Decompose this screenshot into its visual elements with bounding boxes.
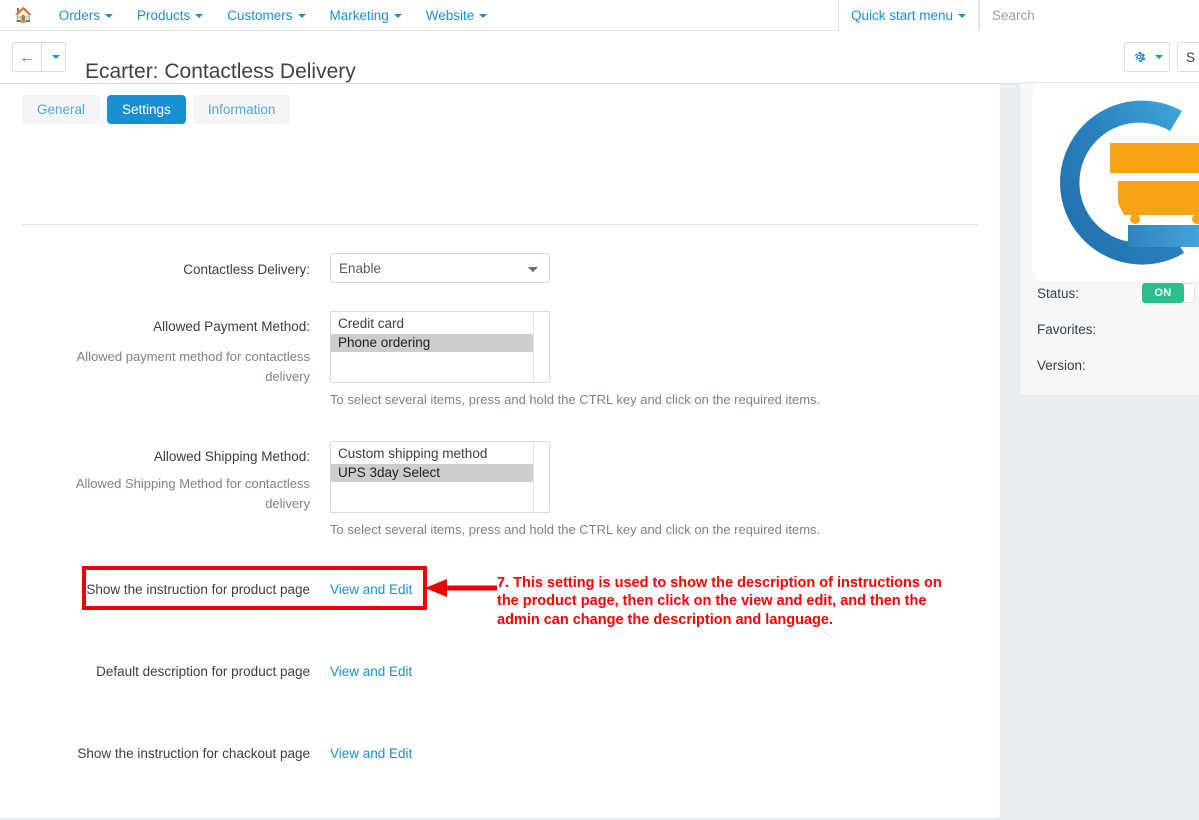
listbox-options: Credit card Phone ordering: [331, 312, 533, 382]
allowed-payment-method-hint: To select several items, press and hold …: [330, 392, 821, 407]
page-header-actions: S: [1124, 42, 1199, 72]
quick-start-menu-button[interactable]: Quick start menu: [837, 0, 979, 31]
main-content-panel: General Settings Information Contactless…: [0, 84, 1000, 818]
nav-item-customers[interactable]: Customers: [215, 0, 317, 31]
status-toggle[interactable]: ON: [1142, 283, 1195, 303]
allowed-payment-method-label: Allowed Payment Method:: [153, 319, 310, 334]
top-navigation-bar: 🏠 Orders Products Customers Marketing We…: [0, 0, 1199, 31]
module-meta-list: Status: ON Favorites: Version:: [1037, 275, 1199, 383]
chevron-down-icon: [1154, 55, 1163, 59]
default-description-product-page-label: Default description for product page: [96, 664, 310, 679]
allowed-payment-method-listbox[interactable]: Credit card Phone ordering: [330, 311, 550, 383]
chevron-down-icon: [958, 13, 966, 18]
chevron-down-icon: [52, 55, 60, 59]
status-toggle-label: ON: [1154, 287, 1172, 299]
chevron-down-icon: [104, 13, 113, 18]
nav-item-marketing-label: Marketing: [329, 8, 389, 23]
contactless-delivery-select[interactable]: Enable Disable: [330, 253, 550, 283]
contactless-delivery-label: Contactless Delivery:: [183, 262, 310, 277]
gear-icon: [1134, 51, 1145, 63]
allowed-shipping-method-hint: To select several items, press and hold …: [330, 522, 821, 537]
back-button-group: ←: [12, 42, 66, 72]
tab-bar: General Settings Information: [22, 95, 291, 124]
meta-row-version: Version:: [1037, 347, 1199, 383]
arrow-left-icon[interactable]: ←: [12, 42, 42, 72]
view-and-edit-link-show-instruction-chackout-page[interactable]: View and Edit: [330, 746, 412, 761]
nav-item-marketing[interactable]: Marketing: [318, 0, 414, 31]
tab-general[interactable]: General: [22, 95, 101, 124]
tab-divider: [22, 224, 978, 225]
list-item[interactable]: UPS 3day Select: [331, 463, 533, 483]
nav-item-orders-label: Orders: [58, 8, 100, 23]
show-instruction-product-page-label: Show the instruction for product page: [86, 582, 310, 597]
module-info-sidebar: Status: ON Favorites: Version:: [1019, 82, 1199, 396]
top-nav-right: Quick start menu: [837, 0, 1199, 31]
meta-row-favorites: Favorites:: [1037, 311, 1199, 347]
nav-item-products[interactable]: Products: [125, 0, 215, 31]
annotation-text: 7. This setting is used to show the desc…: [497, 575, 942, 628]
list-item[interactable]: Phone ordering: [331, 333, 533, 353]
chevron-down-icon: [195, 13, 204, 18]
view-and-edit-link-default-description-product-page[interactable]: View and Edit: [330, 664, 412, 679]
save-button[interactable]: S: [1177, 42, 1199, 72]
view-and-edit-link-show-instruction-product-page[interactable]: View and Edit: [330, 582, 412, 597]
nav-item-website[interactable]: Website: [414, 0, 500, 31]
version-label: Version:: [1037, 357, 1086, 373]
back-dropdown-button[interactable]: [42, 42, 66, 72]
settings-gear-button[interactable]: [1124, 42, 1170, 72]
search-field-wrapper[interactable]: [979, 0, 1199, 31]
chevron-down-icon: [297, 13, 306, 18]
page-header-bar: ← Ecarter: Contactless Delivery S: [0, 31, 1199, 84]
nav-item-website-label: Website: [425, 8, 475, 23]
nav-item-orders[interactable]: Orders: [47, 0, 125, 31]
status-label: Status:: [1037, 285, 1080, 301]
search-input[interactable]: [990, 7, 1189, 24]
top-nav-links: 🏠 Orders Products Customers Marketing We…: [0, 0, 499, 31]
allowed-payment-method-help: Allowed payment method for contactless d…: [76, 349, 310, 384]
tab-settings[interactable]: Settings: [107, 95, 186, 124]
toggle-knob: [1184, 283, 1195, 303]
home-icon[interactable]: 🏠: [0, 0, 47, 31]
nav-item-products-label: Products: [136, 8, 191, 23]
chevron-down-icon: [479, 13, 488, 18]
show-instruction-chackout-page-label: Show the instruction for chackout page: [77, 746, 310, 761]
favorites-label: Favorites:: [1037, 321, 1097, 337]
allowed-shipping-method-label: Allowed Shipping Method:: [153, 449, 310, 464]
quick-start-menu-label: Quick start menu: [850, 8, 953, 23]
meta-row-status: Status: ON: [1037, 275, 1199, 311]
list-item[interactable]: Credit card: [331, 315, 533, 334]
tab-information[interactable]: Information: [192, 95, 291, 124]
listbox-scrollbar[interactable]: [533, 442, 549, 512]
listbox-options: Custom shipping method UPS 3day Select: [331, 442, 533, 512]
nav-item-customers-label: Customers: [227, 8, 293, 23]
list-item[interactable]: Custom shipping method: [331, 445, 533, 464]
ecarter-logo-icon: [1059, 100, 1199, 265]
allowed-shipping-method-help: Allowed Shipping Method for contactless …: [75, 476, 310, 511]
ecarter-logo-card: [1032, 83, 1199, 281]
chevron-down-icon: [393, 13, 402, 18]
listbox-scrollbar[interactable]: [533, 312, 549, 382]
allowed-shipping-method-listbox[interactable]: Custom shipping method UPS 3day Select: [330, 441, 550, 513]
